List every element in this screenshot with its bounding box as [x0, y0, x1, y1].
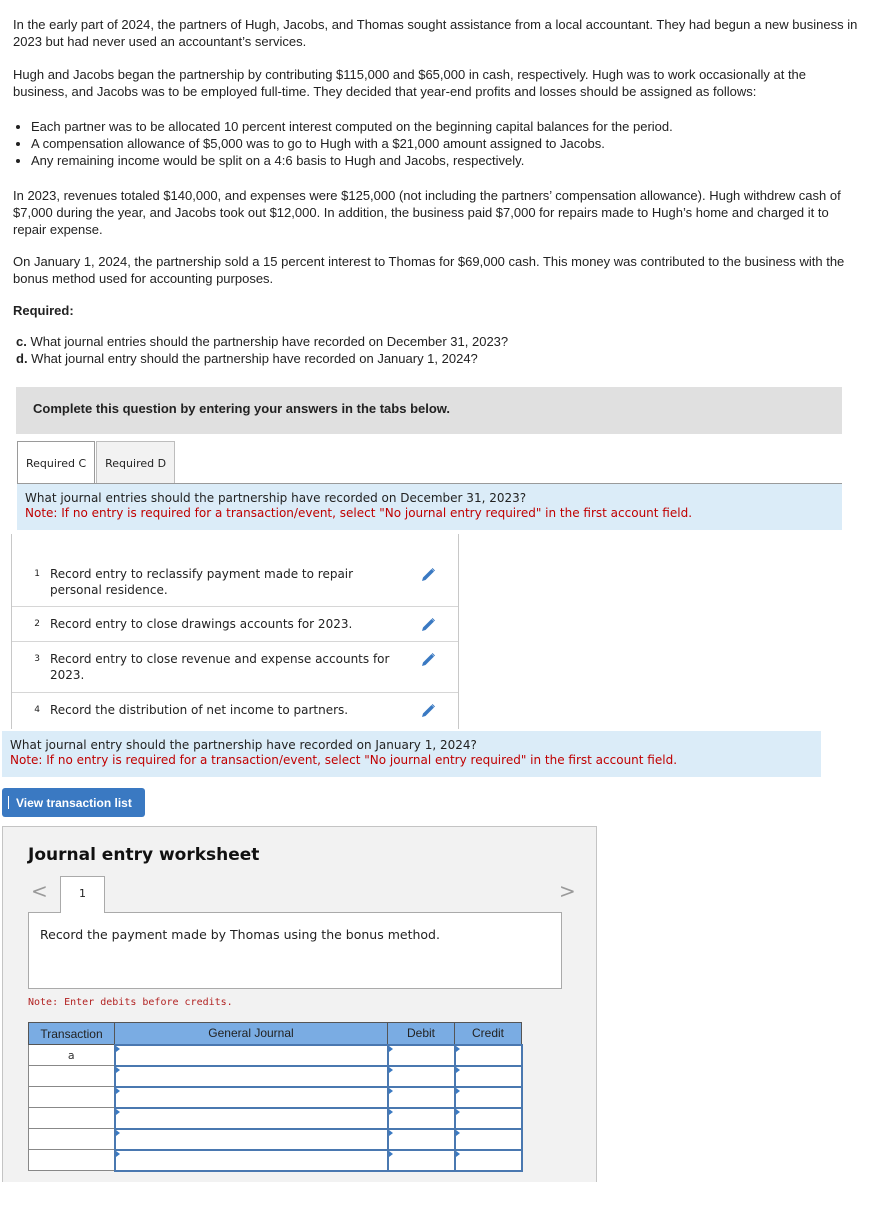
list-item: Each partner was to be allocated 10 perc… — [31, 118, 673, 135]
divider — [12, 641, 458, 642]
transaction-cell — [28, 1086, 115, 1108]
item-letter: d. — [16, 351, 28, 366]
question-note: Note: If no entry is required for a tran… — [10, 753, 678, 767]
account-input[interactable] — [113, 1064, 389, 1088]
question-note: Note: If no entry is required for a tran… — [25, 506, 693, 520]
chevron-left-icon[interactable]: < — [31, 879, 48, 903]
required-c-question-box: What journal entries should the partners… — [17, 484, 842, 530]
entry-number: 2 — [34, 619, 40, 629]
instructions-banner: Complete this question by entering your … — [16, 387, 842, 434]
required-d-question-box: What journal entry should the partnershi… — [2, 731, 821, 777]
account-input[interactable] — [113, 1043, 389, 1067]
table-header-row: Transaction General Journal Debit Credit — [28, 1022, 522, 1045]
debits-note: Note: Enter debits before credits. — [28, 997, 233, 1008]
list-item[interactable]: 1 Record entry to reclassify payment mad… — [12, 566, 458, 598]
tab-required-d[interactable]: Required D — [96, 441, 176, 484]
required-heading: Required: — [13, 303, 74, 318]
list-item[interactable]: 2 Record entry to close drawings account… — [12, 616, 458, 632]
debit-input[interactable] — [386, 1043, 456, 1067]
entry-description: Record entry to reclassify payment made … — [50, 567, 354, 597]
column-header-credit: Credit — [454, 1022, 522, 1045]
item-text: What journal entry should the partnershi… — [27, 351, 478, 366]
table-row — [28, 1085, 523, 1109]
transaction-cell — [28, 1128, 115, 1150]
debit-input[interactable] — [386, 1127, 456, 1151]
list-item[interactable]: 4 Record the distribution of net income … — [12, 702, 458, 718]
required-list: c. What journal entries should the partn… — [16, 333, 508, 367]
required-item-d: d. What journal entry should the partner… — [16, 350, 508, 367]
entry-number: 3 — [34, 654, 40, 664]
worksheet-tab-1[interactable]: 1 — [60, 876, 105, 913]
credit-input[interactable] — [453, 1043, 523, 1067]
transaction-cell — [28, 1149, 115, 1171]
account-input[interactable] — [113, 1148, 389, 1172]
question-text: What journal entries should the partners… — [25, 491, 527, 505]
paragraph-text: In 2023, revenues totaled $140,000, and … — [13, 188, 841, 237]
paragraph-text: On January 1, 2024, the partnership sold… — [13, 254, 845, 286]
entry-description: Record entry to close revenue and expens… — [50, 652, 390, 682]
credit-input[interactable] — [453, 1085, 523, 1109]
paragraph-text: In the early part of 2024, the partners … — [13, 17, 858, 49]
contribution-paragraph: Hugh and Jacobs began the partnership by… — [13, 66, 858, 100]
credit-input[interactable] — [453, 1064, 523, 1088]
list-item: Any remaining income would be split on a… — [31, 152, 673, 169]
list-item[interactable]: 3 Record entry to close revenue and expe… — [12, 651, 458, 683]
credit-input[interactable] — [453, 1106, 523, 1130]
pencil-icon[interactable] — [420, 704, 438, 718]
journal-entry-worksheet: Journal entry worksheet < > 1 Record the… — [2, 826, 597, 1182]
list-item: A compensation allowance of $5,000 was t… — [31, 135, 673, 152]
column-header-general-journal: General Journal — [114, 1022, 388, 1045]
transaction-cell — [28, 1107, 115, 1129]
column-header-transaction: Transaction — [28, 1022, 115, 1045]
worksheet-description: Record the payment made by Thomas using … — [28, 912, 562, 989]
divider — [12, 692, 458, 693]
debit-input[interactable] — [386, 1085, 456, 1109]
account-input[interactable] — [113, 1085, 389, 1109]
chevron-right-icon[interactable]: > — [559, 879, 576, 903]
item-text: What journal entries should the partners… — [26, 334, 509, 349]
required-item-c: c. What journal entries should the partn… — [16, 333, 508, 350]
credit-input[interactable] — [453, 1148, 523, 1172]
debit-input[interactable] — [386, 1106, 456, 1130]
table-row — [28, 1127, 523, 1151]
worksheet-title: Journal entry worksheet — [28, 845, 260, 865]
general-journal-table: Transaction General Journal Debit Credit… — [28, 1022, 523, 1172]
table-row — [28, 1064, 523, 1088]
pencil-icon[interactable] — [420, 653, 438, 667]
results-paragraph: In 2023, revenues totaled $140,000, and … — [13, 187, 858, 238]
intro-paragraph: In the early part of 2024, the partners … — [13, 16, 858, 50]
divider — [12, 606, 458, 607]
paragraph-text: Hugh and Jacobs began the partnership by… — [13, 67, 807, 99]
transaction-cell: a — [28, 1044, 115, 1066]
tab-required-c[interactable]: Required C — [17, 441, 96, 484]
table-row: a — [28, 1043, 523, 1067]
question-text: What journal entry should the partnershi… — [10, 738, 477, 752]
entry-number: 4 — [34, 705, 40, 715]
table-row — [28, 1106, 523, 1130]
pencil-icon[interactable] — [420, 568, 438, 582]
credit-input[interactable] — [453, 1127, 523, 1151]
item-letter: c. — [16, 334, 27, 349]
entry-number: 1 — [34, 569, 40, 579]
pencil-icon[interactable] — [420, 618, 438, 632]
view-transaction-list-button[interactable]: View transaction list — [2, 788, 145, 817]
account-input[interactable] — [113, 1106, 389, 1130]
debit-input[interactable] — [386, 1064, 456, 1088]
debit-input[interactable] — [386, 1148, 456, 1172]
allocation-rules-list: Each partner was to be allocated 10 perc… — [13, 118, 673, 169]
entry-description: Record the distribution of net income to… — [50, 703, 349, 717]
account-input[interactable] — [113, 1127, 389, 1151]
column-header-debit: Debit — [387, 1022, 455, 1045]
table-row — [28, 1148, 523, 1172]
journal-entry-list: 1 Record entry to reclassify payment mad… — [11, 534, 459, 729]
transaction-cell — [28, 1065, 115, 1087]
thomas-paragraph: On January 1, 2024, the partnership sold… — [13, 253, 858, 287]
required-tabs: Required C Required D — [17, 441, 176, 484]
entry-description: Record entry to close drawings accounts … — [50, 617, 353, 631]
